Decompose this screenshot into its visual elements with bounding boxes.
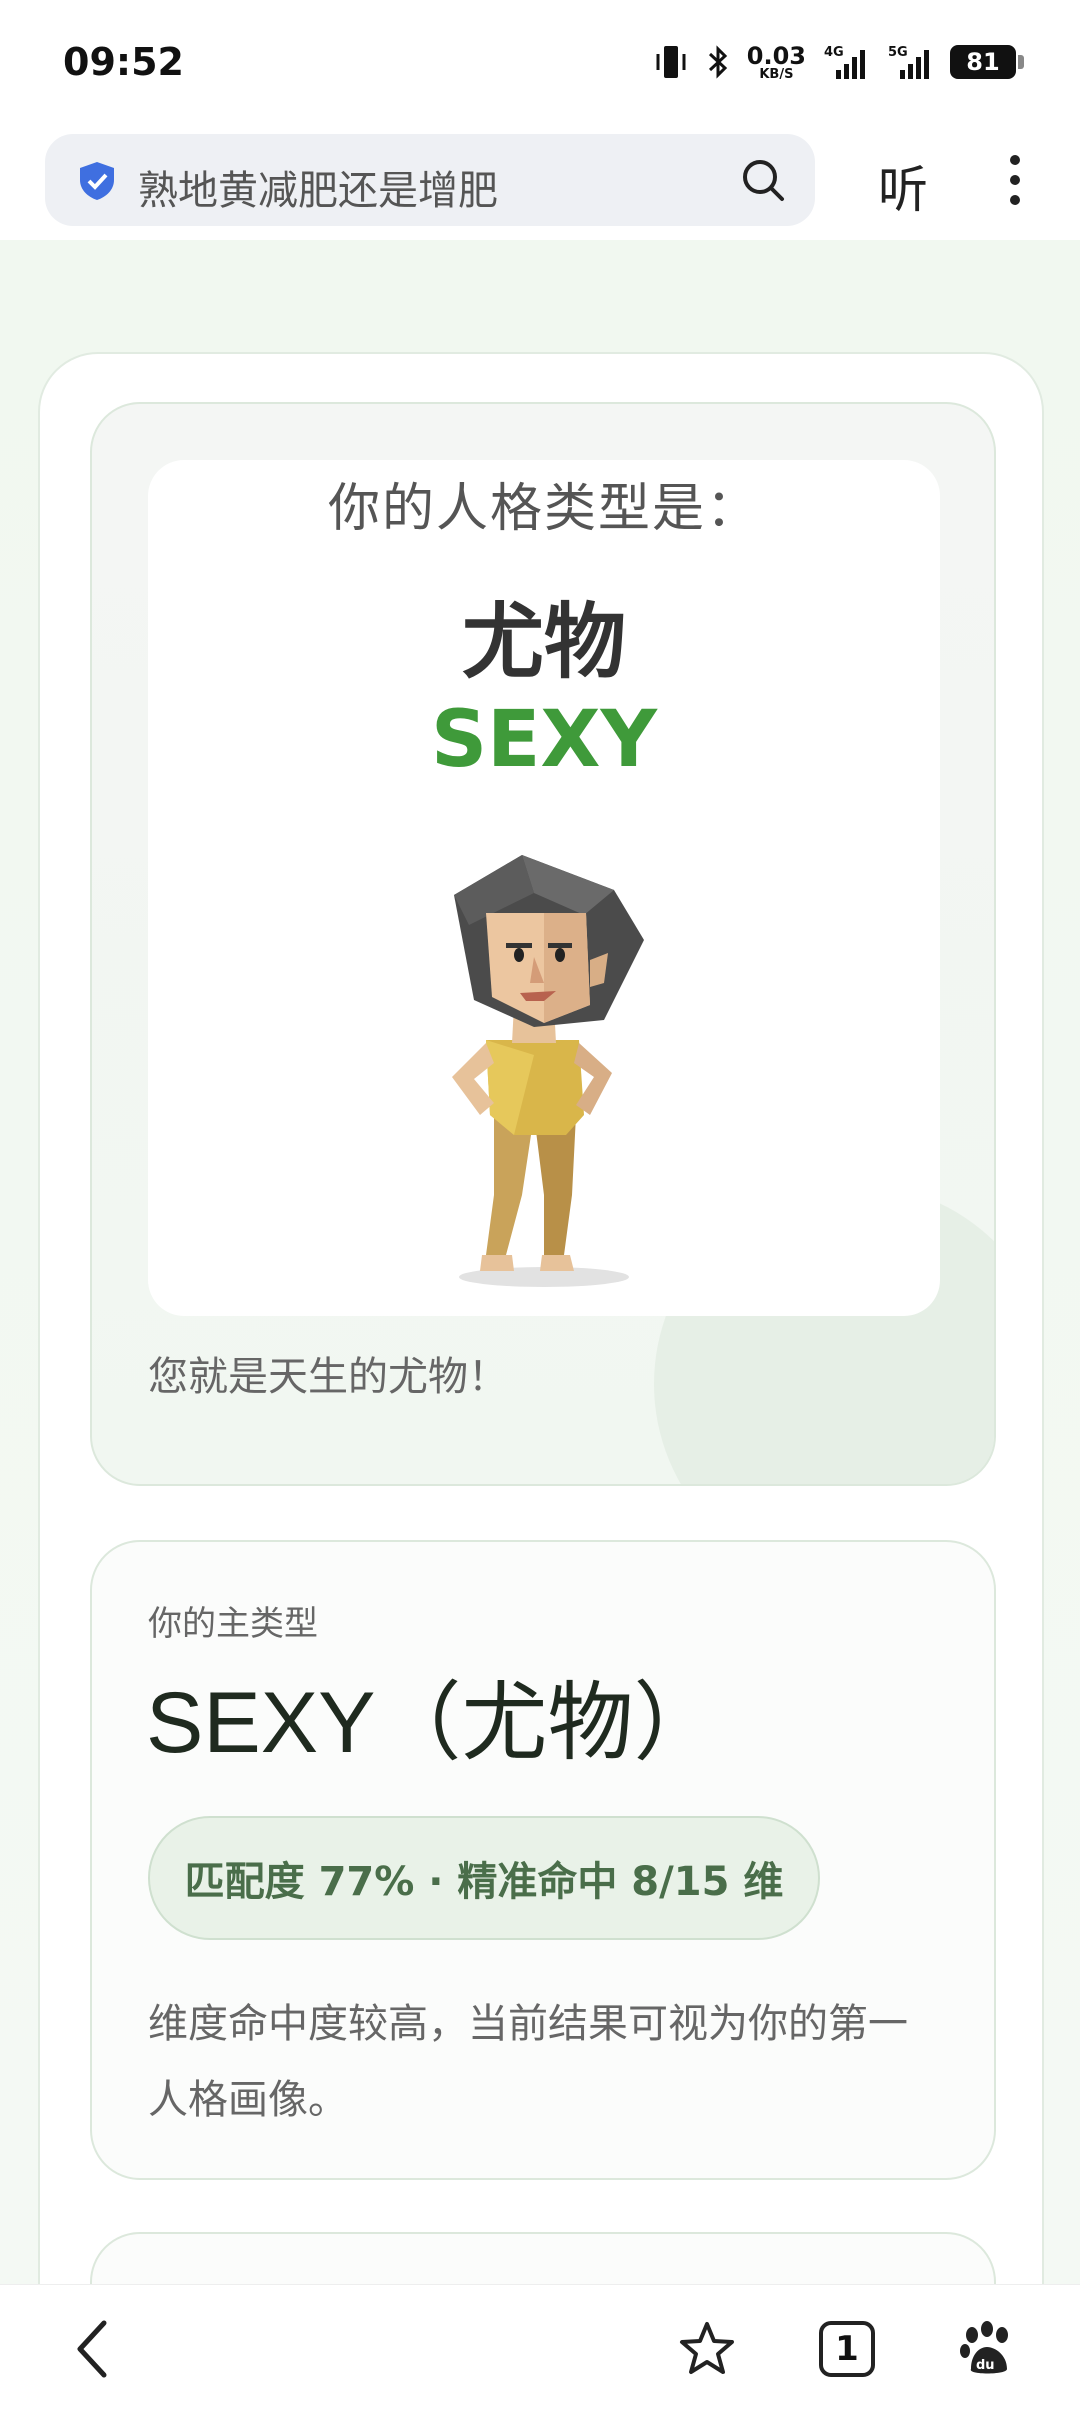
network-speed-value: 0.03: [746, 41, 806, 70]
address-bar: 熟地黄减肥还是增肥 听: [0, 128, 1080, 240]
search-icon[interactable]: [739, 156, 787, 204]
network-speed: 0.03 KB/S: [747, 44, 806, 81]
next-section-card: [90, 2232, 996, 2284]
character-illustration: [452, 855, 644, 1287]
main-type-card: 你的主类型 SEXY（尤物） 匹配度 77% · 精准命中 8/15 维 维度命…: [90, 1540, 996, 2180]
signal-5g-icon: 5G: [886, 42, 934, 82]
main-type-label: 你的主类型: [148, 1604, 318, 1644]
shield-icon: [77, 160, 117, 202]
listen-button[interactable]: 听: [878, 150, 928, 222]
svg-text:du: du: [976, 2358, 995, 2373]
match-score-badge: 匹配度 77% · 精准命中 8/15 维: [148, 1816, 820, 1940]
poster-heading: 你的人格类型是：: [327, 479, 760, 539]
status-time: 09:52: [63, 40, 184, 84]
bookmark-star-icon[interactable]: [675, 2317, 739, 2381]
type-name-chinese: 尤物: [461, 595, 626, 690]
baidu-paw-icon[interactable]: du: [955, 2317, 1019, 2381]
page-content: 你的人格类型是： 尤物 SEXY 您就是天生的尤物！ 你的主类型 SEXY（尤物…: [0, 240, 1080, 2284]
status-icons: 0.03 KB/S 4G 5G 81: [653, 38, 1024, 86]
signal-4g-label: 4G: [824, 45, 844, 60]
bottom-navigation: 1 du: [0, 2284, 1080, 2414]
search-query: 熟地黄减肥还是增肥: [138, 168, 498, 214]
back-icon[interactable]: [60, 2317, 124, 2381]
result-poster: 你的人格类型是： 尤物 SEXY: [148, 460, 940, 1316]
result-description: 您就是天生的尤物！: [148, 1354, 508, 1400]
main-type-title: SEXY（尤物）: [146, 1675, 720, 1771]
network-speed-unit: KB/S: [759, 66, 794, 82]
personality-result-card: 你的人格类型是： 尤物 SEXY 您就是天生的尤物！: [90, 402, 996, 1486]
vibrate-icon: [653, 42, 689, 82]
bluetooth-icon: [705, 42, 731, 82]
main-type-description: 维度命中度较高，当前结果可视为你的第一人格画像。: [148, 2001, 908, 2123]
results-container: 你的人格类型是： 尤物 SEXY 您就是天生的尤物！ 你的主类型 SEXY（尤物…: [38, 352, 1044, 2284]
signal-5g-label: 5G: [888, 45, 908, 60]
battery-icon: 81: [950, 45, 1024, 79]
more-options-icon[interactable]: [1000, 150, 1030, 210]
type-name-english: SEXY: [430, 695, 658, 785]
status-bar: 09:52 0.03 KB/S 4G 5G 81: [0, 0, 1080, 128]
tabs-button[interactable]: 1: [815, 2317, 879, 2381]
signal-4g-icon: 4G: [822, 42, 870, 82]
search-box[interactable]: 熟地黄减肥还是增肥: [45, 134, 815, 226]
tab-count: 1: [835, 2329, 859, 2369]
